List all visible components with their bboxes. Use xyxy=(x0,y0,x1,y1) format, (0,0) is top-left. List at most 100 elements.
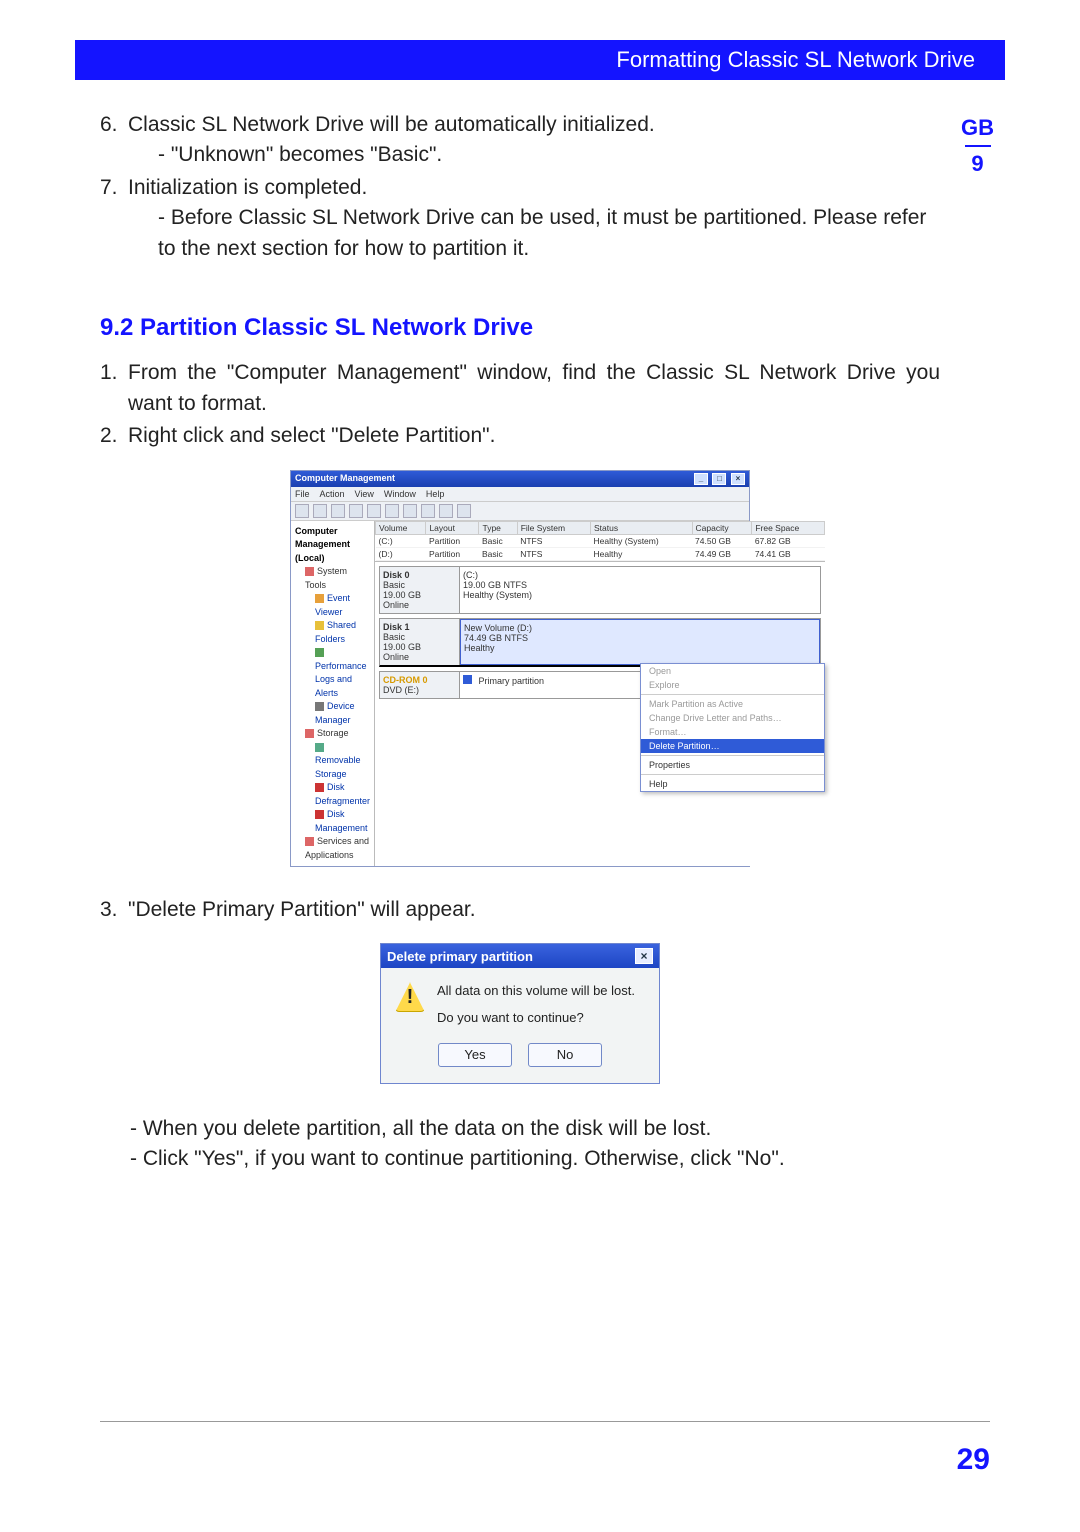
computer-management-screenshot: Computer Management _ □ × File Action Vi… xyxy=(290,470,750,868)
disk-label: Disk 1 xyxy=(383,622,456,632)
toolbar-icon[interactable] xyxy=(313,504,327,518)
legend-text: Primary partition xyxy=(479,676,545,686)
no-button[interactable]: No xyxy=(528,1043,602,1067)
list-number: 3. xyxy=(100,895,128,925)
yes-button[interactable]: Yes xyxy=(438,1043,512,1067)
note: - When you delete partition, all the dat… xyxy=(100,1114,940,1144)
toolbar-icon[interactable] xyxy=(349,504,363,518)
divider xyxy=(965,145,991,147)
ctx-item-change[interactable]: Change Drive Letter and Paths… xyxy=(641,711,824,725)
toolbar-icon[interactable] xyxy=(367,504,381,518)
col-header[interactable]: Layout xyxy=(426,521,479,534)
col-header[interactable]: Volume xyxy=(376,521,426,534)
dialog-message: All data on this volume will be lost. Do… xyxy=(437,982,635,1026)
separator xyxy=(641,694,824,695)
page-content: 6. Classic SL Network Drive will be auto… xyxy=(100,110,940,1175)
toolbar-icon[interactable] xyxy=(457,504,471,518)
minimize-icon[interactable]: _ xyxy=(694,473,708,485)
disk-label: CD-ROM 0 xyxy=(383,675,456,685)
warning-icon: ! xyxy=(395,982,425,1012)
window-title: Computer Management xyxy=(295,473,395,485)
page-number: 29 xyxy=(957,1443,990,1477)
volume-name: New Volume (D:) xyxy=(464,623,816,633)
disk-row[interactable]: Disk 1 Basic 19.00 GB Online New Volume … xyxy=(379,618,821,667)
chapter-header: Formatting Classic SL Network Drive xyxy=(75,40,1005,80)
side-tab: GB 9 xyxy=(950,115,1005,177)
volume-name: (C:) xyxy=(463,570,817,580)
context-menu: Open Explore Mark Partition as Active Ch… xyxy=(640,663,825,792)
list-text: Classic SL Network Drive will be automat… xyxy=(128,113,655,136)
col-header[interactable]: Free Space xyxy=(752,521,825,534)
chapter-title: Formatting Classic SL Network Drive xyxy=(616,47,975,73)
disk-row[interactable]: Disk 0 Basic 19.00 GB Online (C:) 19.00 … xyxy=(379,566,821,614)
ctx-item-open[interactable]: Open xyxy=(641,664,824,678)
tree-item[interactable]: Storage xyxy=(317,728,349,738)
ctx-item-delete[interactable]: Delete Partition… xyxy=(641,739,824,753)
menu-item[interactable]: View xyxy=(355,489,374,499)
menu-item[interactable]: Action xyxy=(320,489,345,499)
ctx-item-explore[interactable]: Explore xyxy=(641,678,824,692)
toolbar-icon[interactable] xyxy=(439,504,453,518)
maximize-icon[interactable]: □ xyxy=(712,473,726,485)
event-icon xyxy=(315,594,324,603)
diskmgmt-icon xyxy=(315,810,324,819)
col-header[interactable]: File System xyxy=(517,521,590,534)
ctx-item-help[interactable]: Help xyxy=(641,777,824,791)
close-icon[interactable]: × xyxy=(731,473,745,485)
menu-item[interactable]: Help xyxy=(426,489,445,499)
delete-partition-dialog: Delete primary partition × ! All data on… xyxy=(380,943,660,1083)
disk-label: Disk 0 xyxy=(383,570,456,580)
toolbar-icon[interactable] xyxy=(295,504,309,518)
intro-list: 6. Classic SL Network Drive will be auto… xyxy=(100,110,940,264)
list-text: "Delete Primary Partition" will appear. xyxy=(128,895,940,925)
footer-rule xyxy=(100,1421,990,1422)
folder-icon xyxy=(305,567,314,576)
toolbar-icon[interactable] xyxy=(421,504,435,518)
window-titlebar: Computer Management _ □ × xyxy=(291,471,749,487)
lang-code: GB xyxy=(950,115,1005,141)
ctx-item-mark[interactable]: Mark Partition as Active xyxy=(641,697,824,711)
table-row[interactable]: (C:) Partition Basic NTFS Healthy (Syste… xyxy=(376,534,825,547)
list-text: From the "Computer Management" window, f… xyxy=(128,358,940,419)
tree-root[interactable]: Computer Management (Local) xyxy=(295,525,370,566)
volume-grid: Volume Layout Type File System Status Ca… xyxy=(375,521,825,562)
col-header[interactable]: Type xyxy=(479,521,517,534)
nav-tree: Computer Management (Local) System Tools… xyxy=(291,521,375,867)
tree-item[interactable]: Performance Logs and Alerts xyxy=(315,661,367,698)
col-header[interactable]: Status xyxy=(591,521,693,534)
list-sub: - Before Classic SL Network Drive can be… xyxy=(128,203,940,264)
menu-bar: File Action View Window Help xyxy=(291,487,749,502)
toolbar-icon[interactable] xyxy=(403,504,417,518)
list-number: 7. xyxy=(100,173,128,264)
list-number: 1. xyxy=(100,358,128,419)
window-buttons: _ □ × xyxy=(692,473,745,485)
toolbar-icon[interactable] xyxy=(331,504,345,518)
separator xyxy=(641,755,824,756)
disk-icon xyxy=(315,743,324,752)
ctx-item-properties[interactable]: Properties xyxy=(641,758,824,772)
tree-item[interactable]: Services and Applications xyxy=(305,836,369,860)
col-header[interactable]: Capacity xyxy=(692,521,752,534)
list-text: Initialization is completed. xyxy=(128,176,367,199)
ctx-item-format[interactable]: Format… xyxy=(641,725,824,739)
device-icon xyxy=(315,702,324,711)
table-row[interactable]: (D:) Partition Basic NTFS Healthy 74.49 … xyxy=(376,547,825,560)
list-number: 2. xyxy=(100,421,128,451)
menu-item[interactable]: Window xyxy=(384,489,416,499)
list-number: 6. xyxy=(100,110,128,171)
toolbar-icon[interactable] xyxy=(385,504,399,518)
tree-item[interactable]: Removable Storage xyxy=(315,755,361,779)
perf-icon xyxy=(315,648,324,657)
list-text: Right click and select "Delete Partition… xyxy=(128,421,940,451)
list-sub: - "Unknown" becomes "Basic". xyxy=(128,140,940,170)
note: - Click "Yes", if you want to continue p… xyxy=(100,1144,940,1174)
section-heading: 9.2 Partition Classic SL Network Drive xyxy=(100,314,940,342)
close-icon[interactable]: × xyxy=(635,948,653,964)
menu-item[interactable]: File xyxy=(295,489,310,499)
steps-list: 3. "Delete Primary Partition" will appea… xyxy=(100,895,940,925)
defrag-icon xyxy=(315,783,324,792)
dialog-title: Delete primary partition xyxy=(387,949,533,964)
separator xyxy=(641,774,824,775)
steps-list: 1. From the "Computer Management" window… xyxy=(100,358,940,451)
folder-icon xyxy=(315,621,324,630)
